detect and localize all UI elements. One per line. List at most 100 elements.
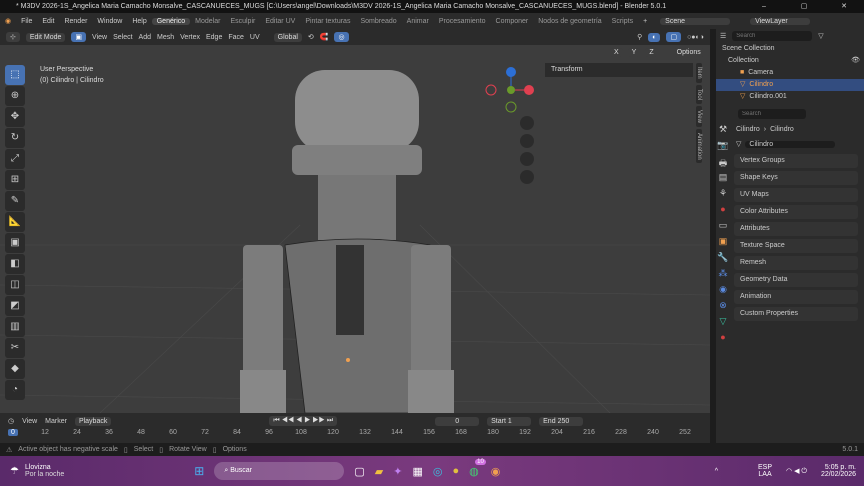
collection-tab-icon[interactable]: ▭ bbox=[716, 220, 730, 236]
mesh-data-icon[interactable]: ▽ bbox=[736, 140, 741, 148]
panel-uv-maps[interactable]: UV Maps bbox=[734, 188, 858, 202]
timeline-view-menu[interactable]: View bbox=[22, 418, 37, 425]
taskview-icon[interactable]: ▢ bbox=[354, 465, 364, 478]
workspace-tab[interactable]: Componer bbox=[491, 18, 534, 25]
scene-selector[interactable]: Scene bbox=[660, 17, 731, 25]
select-menu[interactable]: Select bbox=[113, 34, 132, 41]
panel-custom-properties[interactable]: Custom Properties bbox=[734, 307, 858, 321]
outliner-search-input[interactable] bbox=[732, 31, 813, 41]
whatsapp-icon[interactable]: ◍ 10 bbox=[469, 458, 486, 478]
annotate-tool[interactable]: ✎ bbox=[5, 191, 25, 211]
workspace-tab[interactable]: Procesamiento bbox=[434, 18, 491, 25]
visibility-icon[interactable]: 👁 bbox=[851, 55, 860, 67]
timeline-editor-icon[interactable]: ◷ bbox=[8, 417, 14, 425]
panel-remesh[interactable]: Remesh bbox=[734, 256, 858, 270]
scale-tool[interactable]: ⤢ bbox=[5, 149, 25, 169]
xray-icon[interactable]: ▢ bbox=[666, 32, 682, 42]
tab-item[interactable]: Item bbox=[696, 63, 702, 83]
current-frame-field[interactable]: 0 bbox=[435, 416, 480, 426]
edge-icon[interactable]: ◎ bbox=[433, 465, 443, 478]
scene-tab-icon[interactable]: ⚘ bbox=[716, 188, 730, 204]
taskbar-search[interactable]: ⌕ Buscar bbox=[214, 462, 345, 480]
tab-tool[interactable]: Tool bbox=[696, 84, 702, 104]
outliner-collection[interactable]: Collection 👁 bbox=[716, 55, 864, 67]
workspace-tab[interactable]: Genérico bbox=[151, 17, 191, 25]
cursor-tool[interactable]: ⊕ bbox=[5, 86, 25, 106]
minimize-button[interactable]: – bbox=[744, 0, 784, 13]
transform-tool[interactable]: ⊞ bbox=[5, 170, 25, 190]
outliner-item-cilindro-001[interactable]: ▽ Cilindro.001 bbox=[716, 91, 864, 103]
chrome-icon[interactable]: ● bbox=[452, 465, 459, 477]
view-layer-selector[interactable]: ViewLayer bbox=[750, 17, 811, 25]
loop-cut-tool[interactable]: ▥ bbox=[5, 317, 25, 337]
select-box-tool[interactable]: ⬚ bbox=[5, 65, 25, 85]
particles-tab-icon[interactable]: ⁂ bbox=[716, 268, 730, 284]
proportional-edit-icon[interactable]: ◎ bbox=[334, 32, 349, 42]
menu-file[interactable]: File bbox=[16, 18, 37, 25]
tool-tab-icon[interactable]: ⚒ bbox=[716, 124, 730, 140]
blender-taskbar-icon[interactable]: ◉ bbox=[491, 465, 501, 478]
outliner-item-cilindro[interactable]: ▽ Cilindro bbox=[716, 79, 864, 91]
mesh-menu[interactable]: Mesh bbox=[157, 34, 174, 41]
physics-tab-icon[interactable]: ◉ bbox=[716, 284, 730, 300]
orientation-selector[interactable]: Global bbox=[273, 32, 302, 42]
material-tab-icon[interactable]: ● bbox=[716, 332, 730, 348]
weather-widget[interactable]: Llovizna Por la noche bbox=[25, 464, 64, 478]
measure-tool[interactable]: 📐 bbox=[5, 212, 25, 232]
modifier-tab-icon[interactable]: 🔧 bbox=[716, 252, 730, 268]
workspace-tab[interactable]: Modelar bbox=[190, 18, 225, 25]
inset-tool[interactable]: ◫ bbox=[5, 275, 25, 295]
copilot-icon[interactable]: ✦ bbox=[393, 465, 402, 478]
clock[interactable]: 5:05 p. m. 22/02/2026 bbox=[821, 464, 856, 478]
spin-tool[interactable]: ◔ bbox=[5, 380, 25, 400]
timeline-playback-menu[interactable]: Playback bbox=[74, 416, 112, 426]
move-tool[interactable]: ✥ bbox=[5, 107, 25, 127]
mesh-name-field[interactable]: Cilindro bbox=[745, 140, 836, 148]
workspace-tab[interactable]: Editar UV bbox=[260, 18, 300, 25]
windows-start-icon[interactable]: ⊞ bbox=[194, 464, 204, 478]
uv-menu[interactable]: UV bbox=[250, 34, 260, 41]
edge-menu[interactable]: Edge bbox=[206, 34, 222, 41]
properties-search-input[interactable] bbox=[738, 109, 806, 119]
add-cube-tool[interactable]: ▣ bbox=[5, 233, 25, 253]
mode-selector[interactable]: Edit Mode bbox=[25, 32, 66, 42]
tab-view[interactable]: View bbox=[696, 105, 702, 127]
panel-attributes[interactable]: Attributes bbox=[734, 222, 858, 236]
world-tab-icon[interactable]: ● bbox=[716, 204, 730, 220]
editor-type-button[interactable]: ⊹ bbox=[6, 32, 20, 42]
overlay-icon[interactable]: ◐ bbox=[648, 32, 661, 42]
options-button[interactable]: Options bbox=[672, 48, 705, 57]
vertex-menu[interactable]: Vertex bbox=[180, 34, 200, 41]
file-explorer-icon[interactable]: ▰ bbox=[375, 465, 383, 478]
menu-edit[interactable]: Edit bbox=[37, 18, 59, 25]
knife-tool[interactable]: ✂ bbox=[5, 338, 25, 358]
outliner-item-camera[interactable]: ■ Camera bbox=[716, 67, 864, 79]
mirror-y[interactable]: Y bbox=[627, 48, 641, 57]
end-frame-field[interactable]: End 250 bbox=[539, 416, 584, 426]
mirror-z[interactable]: Z bbox=[645, 48, 658, 57]
data-tab-icon[interactable]: ▽ bbox=[716, 316, 730, 332]
filter-icon[interactable]: ▽ bbox=[818, 32, 823, 40]
workspace-tab[interactable]: Scripts bbox=[607, 18, 638, 25]
add-workspace-button[interactable]: + bbox=[638, 18, 652, 25]
panel-vertex-groups[interactable]: Vertex Groups bbox=[734, 154, 858, 168]
add-menu[interactable]: Add bbox=[139, 34, 151, 41]
timeline-marker-menu[interactable]: Marker bbox=[45, 418, 67, 425]
menu-render[interactable]: Render bbox=[59, 18, 92, 25]
bevel-tool[interactable]: ◩ bbox=[5, 296, 25, 316]
3d-viewport[interactable]: User Perspective (0) Cilindro | Cilindro… bbox=[0, 45, 710, 413]
language-indicator[interactable]: ESP LAA bbox=[758, 464, 772, 478]
tray-chevron-icon[interactable]: ^ bbox=[715, 468, 718, 475]
workspace-tab[interactable]: Nodos de geometría bbox=[533, 18, 606, 25]
menu-help[interactable]: Help bbox=[127, 18, 151, 25]
select-mode-face[interactable]: ▣ bbox=[71, 32, 87, 42]
panel-animation[interactable]: Animation bbox=[734, 290, 858, 304]
shading-icon[interactable]: ○●◐◑ bbox=[687, 34, 704, 41]
playback-controls[interactable]: ⏮ ◀◀ ◀ ▶ ▶▶ ⏭ bbox=[269, 416, 338, 426]
blender-logo-icon[interactable]: ◉ bbox=[0, 17, 16, 25]
output-tab-icon[interactable]: 🖶 bbox=[716, 156, 730, 172]
snap-icon[interactable]: 🧲 bbox=[320, 33, 329, 41]
workspace-tab[interactable]: Esculpir bbox=[225, 18, 260, 25]
view-menu[interactable]: View bbox=[92, 34, 107, 41]
wifi-icon[interactable]: ◠ ◀ ⏻ bbox=[786, 467, 807, 476]
